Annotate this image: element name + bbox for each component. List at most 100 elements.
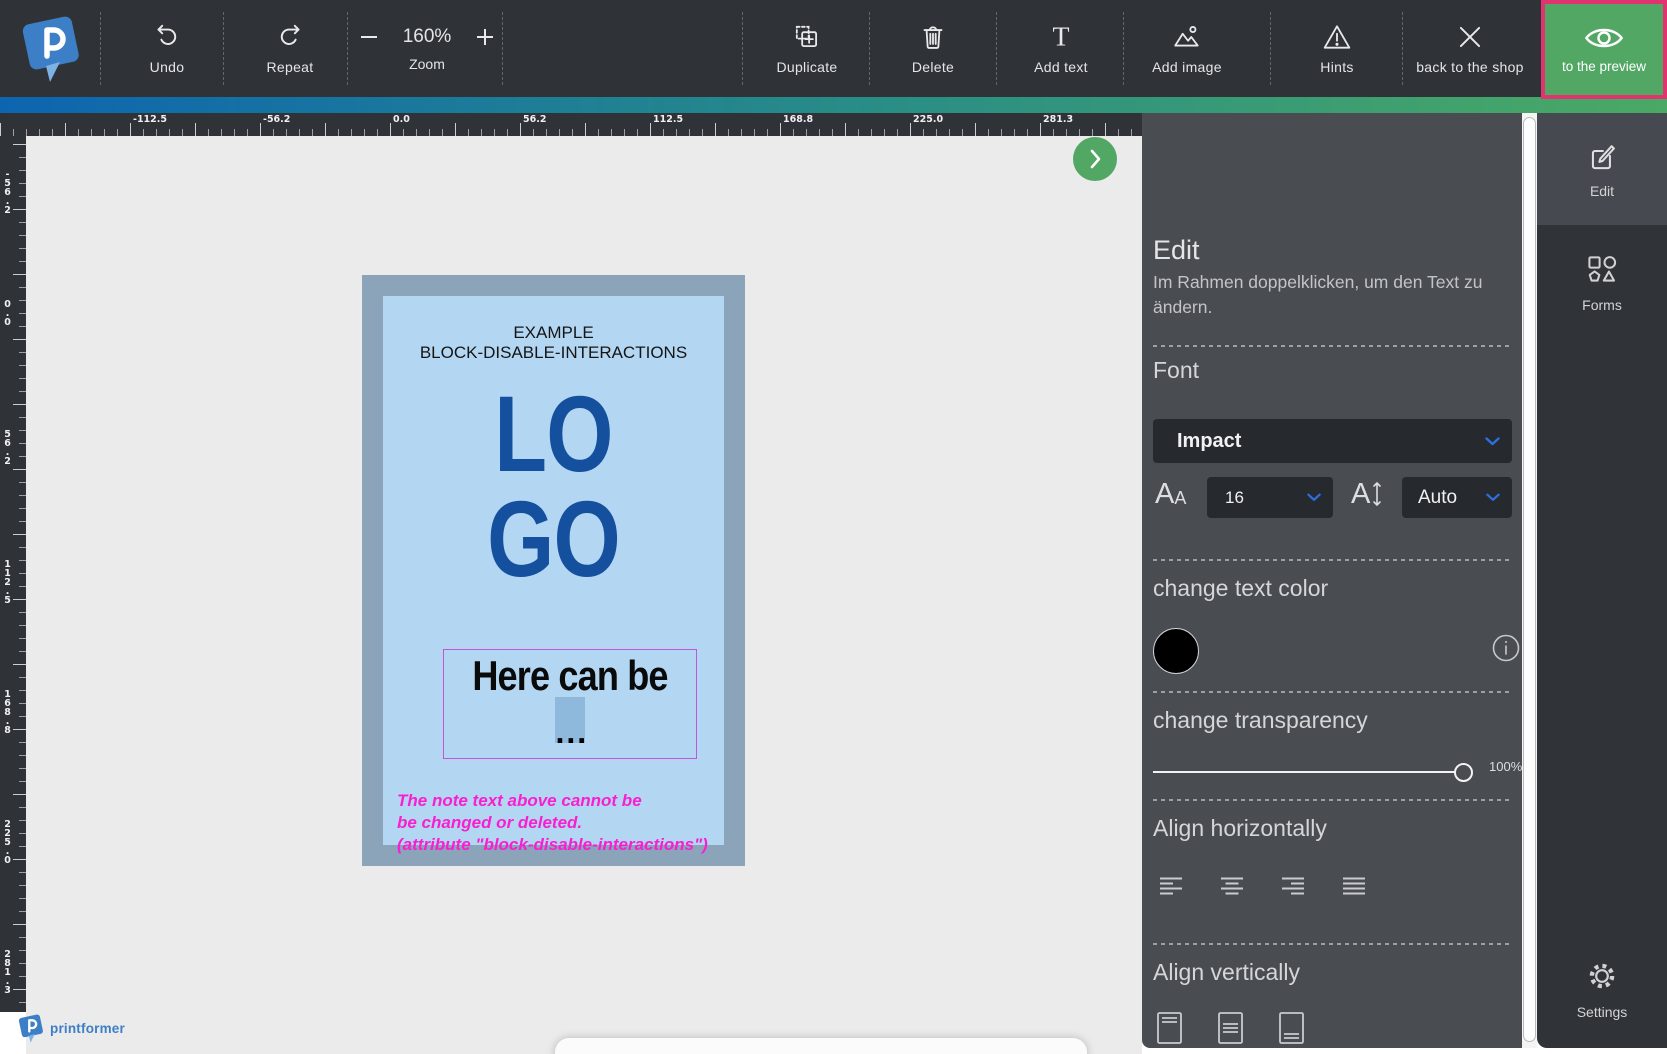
ruler-label: 168.8 <box>2 689 13 734</box>
toolbar-separator <box>347 12 348 85</box>
dashed-divider <box>1153 799 1512 801</box>
align-bottom-button[interactable] <box>1278 1011 1305 1045</box>
undo-button[interactable]: Undo <box>102 0 232 97</box>
ruler-label: -56.2 <box>263 114 290 125</box>
zoom-in-button[interactable] <box>473 25 497 49</box>
dashed-divider <box>1153 943 1512 945</box>
poster-logo-line2: GO <box>417 487 690 592</box>
hints-button[interactable]: Hints <box>1272 0 1402 97</box>
ruler-label: -112.5 <box>133 114 167 125</box>
vertical-ruler: -56.20.056.2112.5168.8225.0281.3 <box>0 136 26 1012</box>
tab-edit[interactable]: Edit <box>1537 113 1667 225</box>
dashed-divider <box>1153 691 1512 693</box>
printformer-footer-icon <box>16 1012 46 1044</box>
add-text-button[interactable]: T Add text <box>996 0 1126 97</box>
ruler-label: 281.3 <box>2 949 13 994</box>
ruler-label: 112.5 <box>653 114 683 125</box>
edit-panel: Edit Im Rahmen doppelklicken, um den Tex… <box>1142 113 1522 1048</box>
printformer-logo-icon <box>16 12 86 84</box>
forms-shapes-icon <box>1584 252 1620 288</box>
poster-logo-line1: LO <box>417 382 690 487</box>
text-color-heading: change text color <box>1153 575 1328 602</box>
chevron-down-icon <box>1485 437 1500 446</box>
ellipsis-placeholder: ... <box>555 725 585 745</box>
note-line3: (attribute "block-disable-interactions") <box>397 834 717 856</box>
toolbar-separator <box>100 12 101 85</box>
info-icon[interactable] <box>1492 634 1520 662</box>
collapse-panel-button[interactable] <box>1073 137 1117 181</box>
tab-settings-label: Settings <box>1577 1004 1628 1020</box>
text-color-swatch[interactable] <box>1153 628 1199 674</box>
ruler-label: 168.8 <box>783 114 813 125</box>
horizontal-scrollbar[interactable] <box>555 1038 1087 1054</box>
zoom-out-button[interactable] <box>357 25 381 49</box>
poster-artboard: EXAMPLE BLOCK-DISABLE-INTERACTIONS LO GO… <box>362 275 745 866</box>
align-justify-button[interactable] <box>1339 871 1369 901</box>
line-height-icon: A <box>1351 479 1382 509</box>
editable-text[interactable]: Here can be <box>462 652 679 700</box>
panel-scrollbar-thumb[interactable] <box>1523 117 1536 1042</box>
line-height-select[interactable]: Auto <box>1402 477 1512 518</box>
font-size-select[interactable]: 16 <box>1207 477 1333 518</box>
align-left-button[interactable] <box>1156 871 1186 901</box>
font-section-heading: Font <box>1153 357 1199 384</box>
gear-icon <box>1583 957 1621 995</box>
to-preview-label: to the preview <box>1562 59 1646 74</box>
panel-scrollbar-track[interactable] <box>1522 113 1537 1048</box>
add-image-label: Add image <box>1152 59 1222 75</box>
printformer-footer-text: printformer <box>50 1021 125 1036</box>
duplicate-icon <box>791 22 823 52</box>
to-preview-button[interactable]: to the preview <box>1541 0 1667 99</box>
zoom-control: 160% Zoom <box>352 0 502 97</box>
tab-settings[interactable]: Settings <box>1537 933 1667 1043</box>
edit-pencil-icon <box>1585 140 1619 174</box>
font-size-value: 16 <box>1225 488 1244 508</box>
align-center-button[interactable] <box>1217 871 1247 901</box>
font-family-select[interactable]: Impact <box>1153 419 1512 463</box>
text-cursor-block[interactable]: ... <box>555 697 585 743</box>
transparency-slider-track[interactable] <box>1153 771 1463 773</box>
ruler-label: 112.5 <box>2 559 13 604</box>
text-icon: T <box>1045 22 1077 52</box>
transparency-slider-handle[interactable] <box>1454 763 1473 782</box>
tab-forms-label: Forms <box>1582 297 1622 313</box>
ruler-label: 225.0 <box>913 114 943 125</box>
minus-icon <box>357 25 381 49</box>
ruler-label: 0.0 <box>393 114 410 125</box>
repeat-label: Repeat <box>267 59 314 75</box>
horizontal-ruler: -112.5-56.20.056.2112.5168.8225.0281.3 <box>0 113 1142 136</box>
ruler-label: 56.2 <box>2 429 13 465</box>
back-to-shop-button[interactable]: back to the shop <box>1405 0 1535 97</box>
align-middle-button[interactable] <box>1217 1011 1244 1045</box>
warning-icon <box>1320 22 1354 52</box>
align-right-button[interactable] <box>1278 871 1308 901</box>
back-to-shop-label: back to the shop <box>1416 59 1524 75</box>
note-line2: be changed or deleted. <box>397 812 717 834</box>
delete-label: Delete <box>912 59 954 75</box>
printformer-footer-logo: printformer <box>16 1012 125 1044</box>
delete-button[interactable]: Delete <box>868 0 998 97</box>
dashed-divider <box>1153 559 1512 561</box>
svg-text:T: T <box>1052 22 1069 52</box>
redo-icon <box>274 22 306 52</box>
toolbar-separator <box>502 12 503 85</box>
editor-window: Undo Repeat 160% Zoom <box>0 0 1667 1054</box>
right-icon-sidebar: Edit Forms Settings <box>1537 113 1667 1048</box>
printformer-logo <box>16 12 86 84</box>
line-height-value: Auto <box>1418 487 1457 509</box>
editable-text-frame[interactable]: Here can be ... <box>443 649 697 759</box>
eye-icon <box>1584 25 1624 51</box>
panel-description: Im Rahmen doppelklicken, um den Text zu … <box>1153 270 1488 320</box>
poster-heading-line1: EXAMPLE <box>383 323 724 343</box>
repeat-button[interactable]: Repeat <box>225 0 355 97</box>
align-horizontal-heading: Align horizontally <box>1153 815 1327 842</box>
add-text-label: Add text <box>1034 59 1088 75</box>
poster-logo-text: LO GO <box>417 382 690 592</box>
add-image-button[interactable]: Add image <box>1122 0 1252 97</box>
transparency-value: 100% <box>1489 759 1522 774</box>
top-toolbar: Undo Repeat 160% Zoom <box>0 0 1667 97</box>
tab-forms[interactable]: Forms <box>1537 225 1667 340</box>
toolbar-separator <box>223 12 224 85</box>
align-top-button[interactable] <box>1156 1011 1183 1045</box>
duplicate-button[interactable]: Duplicate <box>742 0 872 97</box>
